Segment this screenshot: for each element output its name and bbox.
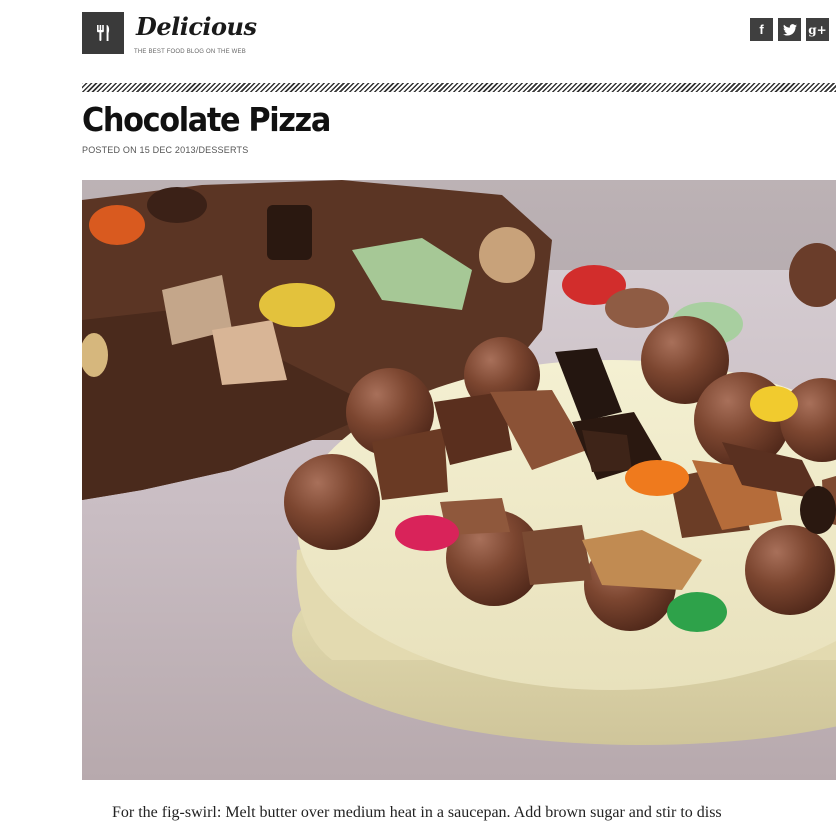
post-meta: POSTED ON 15 DEC 2013/DESSERTS <box>82 145 248 155</box>
site-tagline: THE BEST FOOD BLOG ON THE WEB <box>134 49 246 55</box>
fork-knife-icon <box>97 25 110 41</box>
social-links: f g+ <box>750 18 829 41</box>
header-divider <box>82 83 836 92</box>
site-name[interactable]: Delicious <box>136 12 257 42</box>
post-excerpt: For the fig-swirl: Melt butter over medi… <box>112 804 722 821</box>
google-plus-icon[interactable]: g+ <box>806 18 829 41</box>
featured-image[interactable] <box>82 180 836 780</box>
site-logo[interactable] <box>82 12 124 54</box>
post-category-link[interactable]: DESSERTS <box>198 145 248 155</box>
post-title[interactable]: Chocolate Pizza <box>82 98 331 142</box>
facebook-icon[interactable]: f <box>750 18 773 41</box>
twitter-icon[interactable] <box>778 18 801 41</box>
post-date: POSTED ON 15 DEC 2013 <box>82 145 196 155</box>
